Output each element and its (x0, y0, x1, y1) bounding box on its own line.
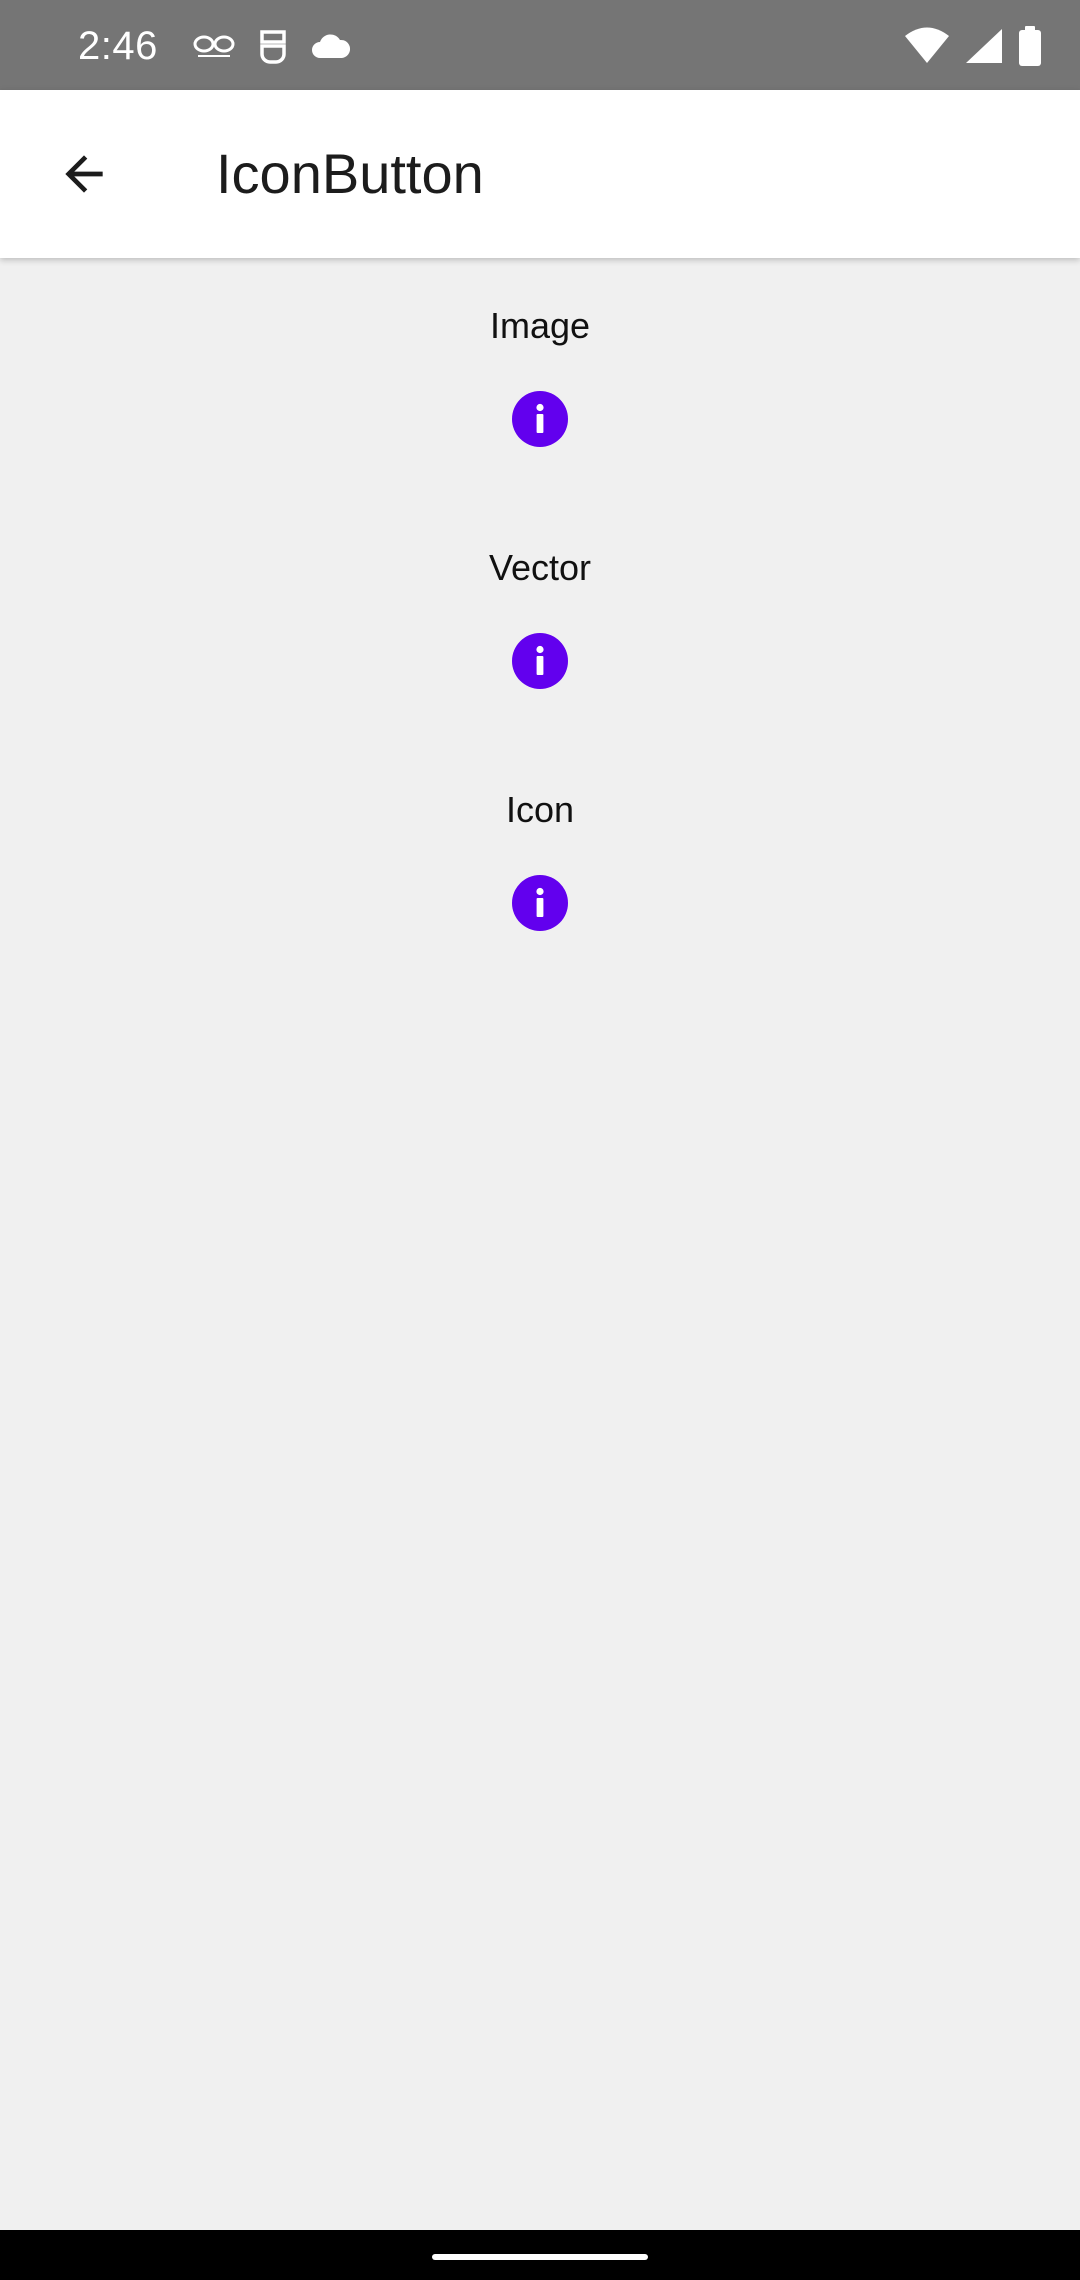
home-gesture-handle[interactable] (432, 2254, 648, 2260)
cloud-icon (312, 34, 351, 58)
back-button[interactable] (32, 122, 136, 226)
page-title: IconButton (216, 142, 484, 205)
image-icon-button[interactable] (480, 359, 600, 479)
battery-icon (1019, 26, 1041, 66)
section-label-icon: Icon (505, 789, 575, 830)
arrow-back-icon (65, 155, 103, 193)
info-icon (512, 391, 568, 447)
section-label-image: Image (489, 305, 591, 346)
secure-box-icon (260, 30, 286, 64)
wifi-icon (905, 27, 949, 63)
info-icon (512, 875, 568, 931)
section-label-vector: Vector (488, 547, 592, 588)
info-icon (512, 633, 568, 689)
status-time: 2:46 (78, 24, 158, 68)
icon-icon-button[interactable] (480, 843, 600, 963)
app-bar: IconButton (0, 90, 1080, 258)
status-bar: 2:46 (0, 0, 1080, 90)
vector-icon-button[interactable] (480, 601, 600, 721)
notification-icons (192, 26, 352, 66)
navigation-bar (0, 2230, 1080, 2280)
cell-signal-icon (966, 29, 1002, 63)
system-icons (904, 24, 1042, 68)
link-notification-icon (193, 35, 235, 57)
